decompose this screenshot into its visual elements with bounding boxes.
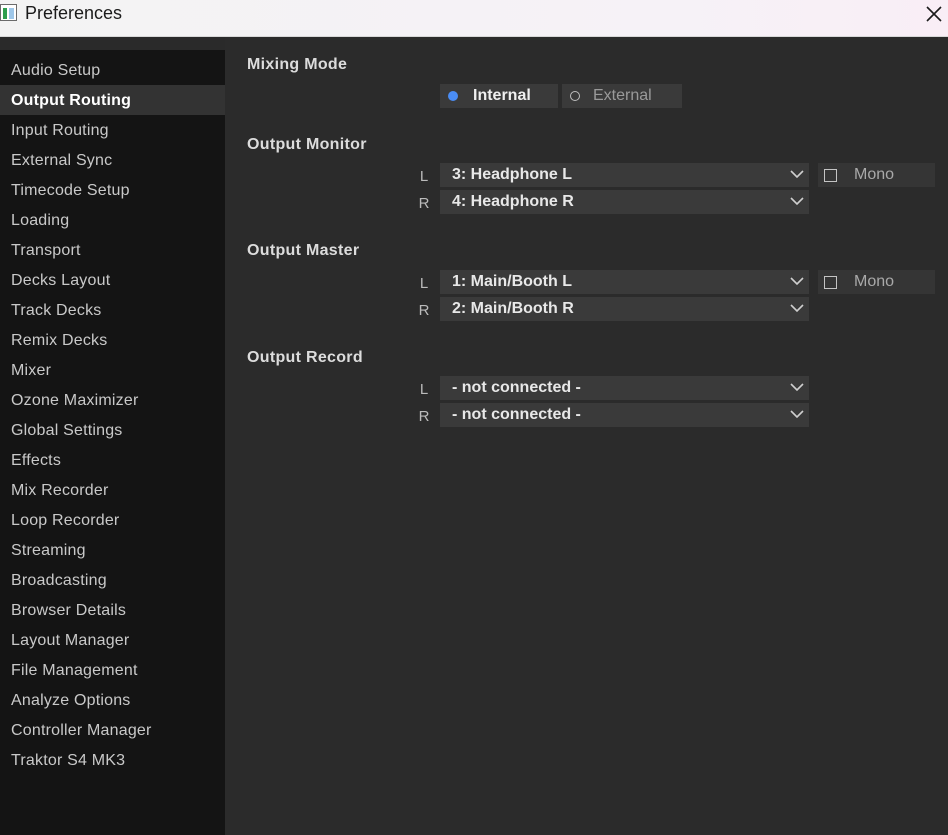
checkbox-icon: [824, 276, 837, 289]
master-mono-label: Mono: [854, 273, 895, 290]
sidebar-item-layout-manager[interactable]: Layout Manager: [0, 625, 225, 655]
record-right-channel-label: R: [418, 408, 430, 425]
sidebar-item-decks-layout[interactable]: Decks Layout: [0, 265, 225, 295]
monitor-right-value: 4: Headphone R: [452, 193, 574, 210]
radio-unselected-icon: [570, 91, 580, 101]
sidebar-item-controller-manager[interactable]: Controller Manager: [0, 715, 225, 745]
sidebar-item-external-sync[interactable]: External Sync: [0, 145, 225, 175]
sidebar-item-input-routing[interactable]: Input Routing: [0, 115, 225, 145]
sidebar-item-track-decks[interactable]: Track Decks: [0, 295, 225, 325]
close-button[interactable]: [918, 0, 948, 30]
preferences-sidebar: Audio Setup Output Routing Input Routing…: [0, 50, 225, 835]
master-right-channel-label: R: [418, 302, 430, 319]
sidebar-item-mix-recorder[interactable]: Mix Recorder: [0, 475, 225, 505]
sidebar-item-ozone-maximizer[interactable]: Ozone Maximizer: [0, 385, 225, 415]
chevron-down-icon: [790, 197, 804, 206]
internal-label: Internal: [473, 87, 531, 104]
record-left-select[interactable]: - not connected -: [440, 376, 809, 400]
title-bar: Preferences: [0, 0, 948, 37]
sidebar-item-traktor-s4-mk3[interactable]: Traktor S4 MK3: [0, 745, 225, 775]
sidebar-item-broadcasting[interactable]: Broadcasting: [0, 565, 225, 595]
record-right-select[interactable]: - not connected -: [440, 403, 809, 427]
sidebar-item-loading[interactable]: Loading: [0, 205, 225, 235]
record-right-value: - not connected -: [452, 406, 581, 423]
window-title: Preferences: [25, 3, 123, 23]
sidebar-item-remix-decks[interactable]: Remix Decks: [0, 325, 225, 355]
monitor-left-select[interactable]: 3: Headphone L: [440, 163, 809, 187]
chevron-down-icon: [790, 277, 804, 286]
output-record-heading: Output Record: [247, 349, 363, 366]
master-right-select[interactable]: 2: Main/Booth R: [440, 297, 809, 321]
master-left-select[interactable]: 1: Main/Booth L: [440, 270, 809, 294]
sidebar-item-streaming[interactable]: Streaming: [0, 535, 225, 565]
chevron-down-icon: [790, 383, 804, 392]
monitor-left-channel-label: L: [419, 168, 429, 185]
sidebar-item-global-settings[interactable]: Global Settings: [0, 415, 225, 445]
mixing-mode-external-radio[interactable]: External: [562, 84, 682, 108]
master-right-value: 2: Main/Booth R: [452, 300, 574, 317]
monitor-mono-label: Mono: [854, 166, 895, 183]
close-icon: [926, 6, 942, 22]
monitor-left-value: 3: Headphone L: [452, 166, 573, 183]
sidebar-item-file-management[interactable]: File Management: [0, 655, 225, 685]
app-icon: [0, 4, 17, 21]
output-routing-panel: Mixing Mode Internal External Output Mon…: [225, 37, 948, 835]
external-label: External: [593, 87, 652, 104]
record-left-value: - not connected -: [452, 379, 581, 396]
chevron-down-icon: [790, 304, 804, 313]
sidebar-item-mixer[interactable]: Mixer: [0, 355, 225, 385]
mixing-mode-heading: Mixing Mode: [247, 56, 348, 73]
sidebar-item-effects[interactable]: Effects: [0, 445, 225, 475]
monitor-right-select[interactable]: 4: Headphone R: [440, 190, 809, 214]
sidebar-item-loop-recorder[interactable]: Loop Recorder: [0, 505, 225, 535]
monitor-mono-checkbox[interactable]: Mono: [818, 163, 935, 187]
output-monitor-heading: Output Monitor: [247, 136, 367, 153]
chevron-down-icon: [790, 410, 804, 419]
master-left-channel-label: L: [419, 275, 429, 292]
sidebar-item-timecode-setup[interactable]: Timecode Setup: [0, 175, 225, 205]
chevron-down-icon: [790, 170, 804, 179]
sidebar-item-browser-details[interactable]: Browser Details: [0, 595, 225, 625]
checkbox-icon: [824, 169, 837, 182]
sidebar-item-analyze-options[interactable]: Analyze Options: [0, 685, 225, 715]
master-left-value: 1: Main/Booth L: [452, 273, 572, 290]
master-mono-checkbox[interactable]: Mono: [818, 270, 935, 294]
sidebar-item-output-routing[interactable]: Output Routing: [0, 85, 225, 115]
sidebar-item-audio-setup[interactable]: Audio Setup: [0, 55, 225, 85]
monitor-right-channel-label: R: [418, 195, 430, 212]
record-left-channel-label: L: [419, 381, 429, 398]
mixing-mode-internal-radio[interactable]: Internal: [440, 84, 558, 108]
sidebar-item-transport[interactable]: Transport: [0, 235, 225, 265]
output-master-heading: Output Master: [247, 242, 360, 259]
radio-selected-icon: [448, 91, 458, 101]
